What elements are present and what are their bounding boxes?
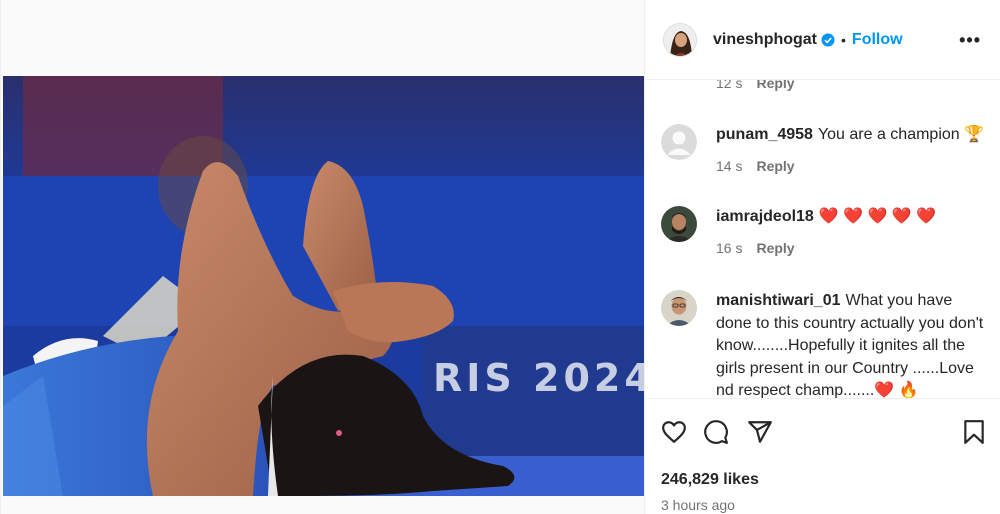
reply-button[interactable]: Reply	[756, 158, 794, 174]
commenter-username[interactable]: iamrajdeol18	[716, 208, 814, 225]
comment-text: You are a champion 🏆	[817, 126, 985, 143]
comment-body: punam_4958 You are a champion 🏆	[716, 124, 991, 147]
author-avatar[interactable]	[663, 22, 697, 57]
venue-banner-text: RIS 2024	[433, 356, 645, 400]
commenter-username[interactable]: punam_4958	[716, 126, 813, 143]
reply-button[interactable]: Reply	[756, 240, 794, 256]
post-timestamp[interactable]: 3 hours ago	[661, 497, 735, 513]
more-options-icon[interactable]: •••	[959, 30, 981, 51]
header-separator: •	[841, 31, 846, 48]
likes-count[interactable]: 246,829 likes	[661, 471, 759, 489]
comment-meta: 16 s Reply	[716, 240, 795, 256]
comment-time: 12 s	[716, 80, 743, 91]
heart-icon[interactable]	[661, 419, 687, 445]
author-username[interactable]: vineshphogat	[713, 31, 817, 49]
post-photo[interactable]: RIS 2024	[3, 76, 645, 496]
commenter-avatar[interactable]	[661, 124, 697, 160]
comment-time: 16 s	[716, 240, 743, 256]
comment-time: 14 s	[716, 158, 743, 174]
commenter-avatar[interactable]	[661, 206, 697, 242]
comment-meta: 14 s Reply	[716, 158, 795, 174]
reply-button[interactable]: Reply	[756, 80, 794, 91]
comment-body: iamrajdeol18 ❤️ ❤️ ❤️ ❤️ ❤️	[716, 206, 991, 229]
commenter-username[interactable]: manishtiwari_01	[716, 292, 841, 309]
comment-icon[interactable]	[703, 419, 729, 445]
follow-button[interactable]: Follow	[852, 31, 903, 49]
comment-meta-partial: 12 s Reply	[716, 80, 795, 91]
verified-badge-icon	[821, 33, 835, 46]
comment-text: ❤️ ❤️ ❤️ ❤️ ❤️	[818, 208, 937, 225]
wrestler-photo-illustration: RIS 2024	[3, 76, 645, 496]
comment-body: manishtiwari_01 What you have done to thi…	[716, 290, 991, 398]
post-header: vineshphogat • Follow •••	[645, 0, 1000, 80]
comments-list[interactable]: 12 s Reply punam_4958 You are a champion 🏆…	[645, 80, 1000, 398]
post-actions: 246,829 likes 3 hours ago	[645, 398, 1000, 514]
bookmark-icon[interactable]	[961, 419, 987, 445]
post-media-pane: RIS 2024	[0, 0, 645, 514]
share-icon[interactable]	[747, 419, 773, 445]
post-sidebar: vineshphogat • Follow ••• 12 s Reply puna…	[644, 0, 1000, 514]
commenter-avatar[interactable]	[661, 290, 697, 326]
